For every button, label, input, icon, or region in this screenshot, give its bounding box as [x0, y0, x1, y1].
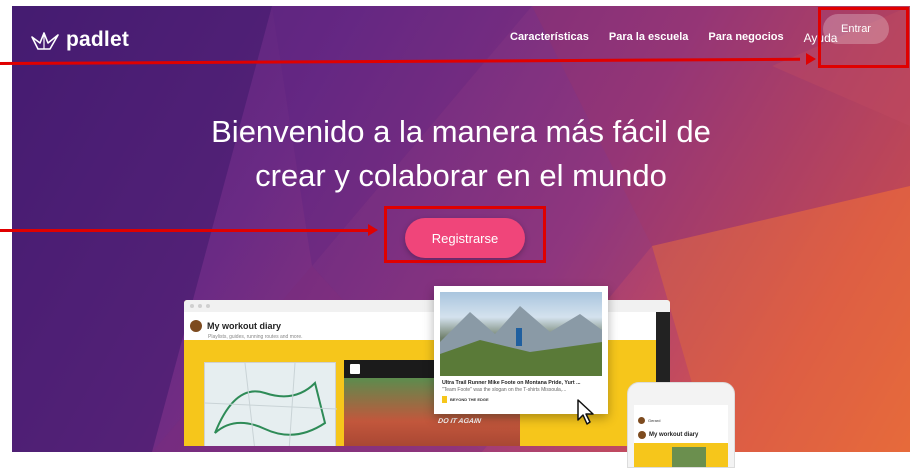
card-title: Ultra Trail Runner Mike Foote on Montana… — [442, 380, 581, 386]
nav-link-escuela[interactable]: Para la escuela — [609, 31, 689, 45]
avatar — [190, 320, 202, 332]
play-icon — [350, 364, 360, 374]
annotation-box-login — [818, 7, 909, 68]
runner-photo — [440, 292, 602, 376]
nav-links: Características Para la escuela Para neg… — [510, 31, 837, 45]
phone-photo — [672, 447, 706, 467]
annotation-line-signup — [0, 229, 368, 232]
annotation-box-signup — [384, 206, 546, 263]
cursor-icon — [577, 399, 594, 425]
video-caption: DO IT AGAIN — [437, 418, 482, 425]
link-preview-card: Ultra Trail Runner Mike Foote on Montana… — [434, 286, 608, 414]
board-subtitle: Playlists, guides, running routes and mo… — [208, 334, 303, 340]
source-logo — [442, 396, 447, 403]
map-icon — [204, 362, 338, 446]
annotation-arrow-login — [806, 53, 816, 65]
crane-icon — [31, 32, 59, 50]
avatar — [638, 431, 646, 439]
phone-board-title: My workout diary — [638, 431, 698, 439]
phone-title-label: My workout diary — [649, 432, 699, 438]
mountain-icon — [440, 306, 602, 376]
brand-name: padlet — [66, 28, 130, 51]
padlet-logo[interactable]: padlet — [30, 28, 129, 52]
board-title: My workout diary — [207, 321, 282, 331]
headline-line-1: Bienvenido a la manera más fácil de — [211, 114, 711, 149]
card-source: BEYOND THE EDGE — [442, 396, 489, 403]
phone-user: Gerard — [648, 418, 661, 423]
card-subtitle: "Team Foote" was the slogan on the T-shi… — [442, 387, 567, 393]
card-source-label: BEYOND THE EDGE — [450, 397, 489, 402]
headline-line-2: crear y colaborar en el mundo — [255, 158, 667, 193]
phone-screen: Gerard My workout diary — [634, 405, 728, 467]
hero-headline: Bienvenido a la manera más fácil de crea… — [12, 110, 910, 198]
screen: padlet Características Para la escuela P… — [0, 0, 919, 468]
avatar — [638, 417, 645, 424]
annotation-arrow-signup — [368, 224, 378, 236]
phone-mockup: Gerard My workout diary — [627, 382, 735, 468]
map-card — [204, 362, 338, 446]
phone-user-row: Gerard — [638, 417, 660, 424]
nav-link-caracteristicas[interactable]: Características — [510, 31, 589, 45]
nav-link-negocios[interactable]: Para negocios — [708, 31, 783, 45]
